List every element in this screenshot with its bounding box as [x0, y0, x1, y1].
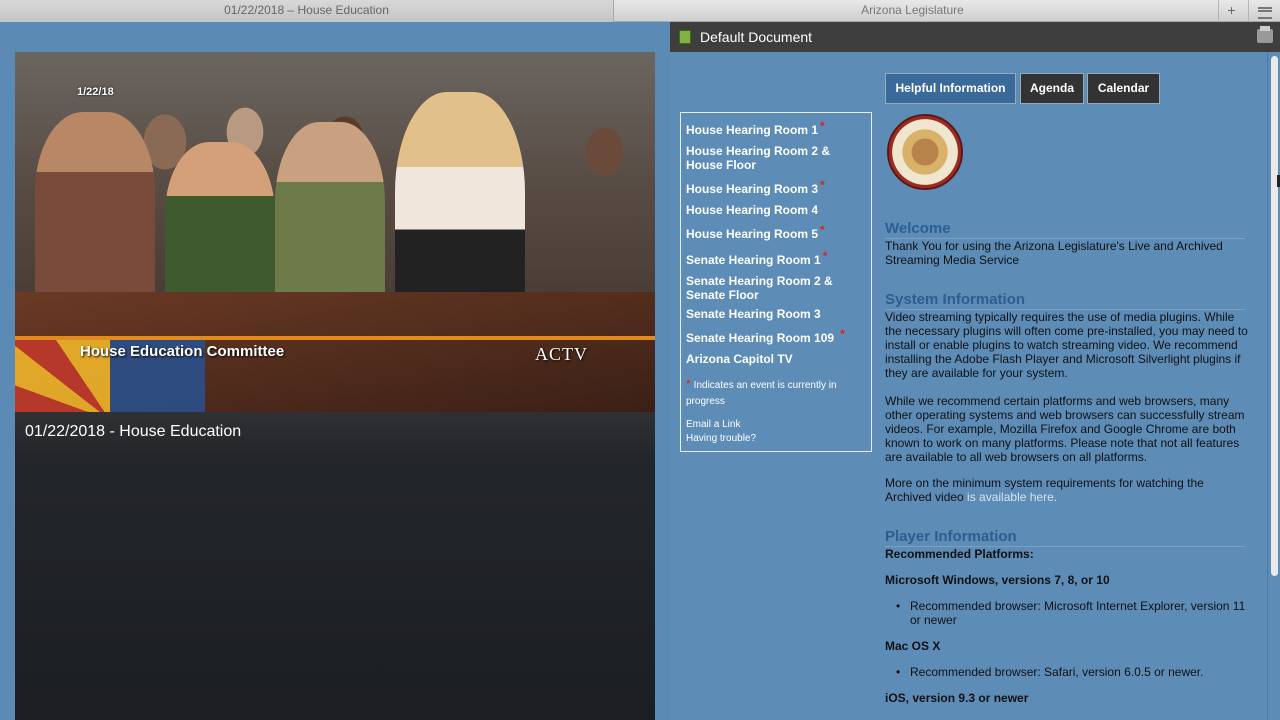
player-title: 01/22/2018 - House Education — [15, 412, 655, 452]
tab-arizona-legislature[interactable]: Arizona Legislature — [615, 0, 1210, 22]
committee-caption: House Education Committee — [80, 343, 285, 360]
document-title: Default Document — [700, 29, 813, 45]
menu-icon[interactable] — [1248, 0, 1280, 22]
video-player[interactable]: 1/22/18 House Education Committee ACTV — [15, 52, 655, 412]
new-tab-button[interactable]: + — [1218, 0, 1244, 22]
system-info-p3: More on the minimum system requirements … — [885, 476, 1204, 504]
channel-logo: ACTV — [535, 344, 588, 364]
live-indicator: * — [686, 377, 691, 391]
sidebar-item-house-room-3[interactable]: House Hearing Room 3 * — [686, 178, 825, 196]
sidebar-item-senate-room-3[interactable]: Senate Hearing Room 3 — [686, 307, 821, 321]
document-header: Default Document — [670, 22, 1280, 52]
document-icon — [679, 30, 691, 44]
live-indicator: * — [820, 119, 825, 133]
seated-figure-3 — [35, 112, 155, 312]
document-content: House Hearing Room 1 * House Hearing Room… — [670, 52, 1267, 720]
sidebar-item-house-room-2[interactable]: House Hearing Room 2 & House Floor — [686, 144, 856, 172]
requirements-link[interactable]: is available here. — [967, 490, 1057, 504]
scrollbar-thumb[interactable] — [1271, 56, 1278, 576]
video-date-stamp: 1/22/18 — [77, 86, 114, 98]
sidebar-item-house-room-5[interactable]: House Hearing Room 5 * — [686, 223, 825, 241]
system-info-heading: System Information — [885, 291, 1245, 310]
tab-helpful-information[interactable]: Helpful Information — [885, 73, 1016, 104]
windows-browser: Recommended browser: Microsoft Internet … — [896, 599, 1250, 627]
live-indicator: * — [822, 249, 828, 263]
mac-browser: Recommended browser: Safari, version 6.0… — [896, 665, 1250, 679]
player-controls-area[interactable] — [15, 452, 655, 720]
system-info-p2: While we recommend certain platforms and… — [885, 394, 1245, 464]
sidebar-item-senate-room-1[interactable]: Senate Hearing Room 1 * — [686, 249, 827, 267]
platform-mac: Mac OS X — [885, 639, 941, 653]
trouble-link[interactable]: Having trouble? — [686, 433, 756, 444]
system-info-p1: Video streaming typically requires the u… — [885, 310, 1248, 380]
room-nav-list: House Hearing Room 1 * House Hearing Room… — [680, 112, 872, 452]
sidebar-item-senate-room-109[interactable]: Senate Hearing Room 109 * — [686, 327, 845, 345]
sidebar-item-capitol-tv[interactable]: Arizona Capitol TV — [686, 352, 793, 366]
sidebar-item-senate-room-2[interactable]: Senate Hearing Room 2 & Senate Floor — [686, 274, 851, 302]
sidebar-item-house-room-1[interactable]: House Hearing Room 1 * — [686, 119, 825, 137]
printer-icon[interactable] — [1257, 26, 1273, 43]
platform-windows: Microsoft Windows, versions 7, 8, or 10 — [885, 573, 1110, 587]
tab-calendar[interactable]: Calendar — [1087, 73, 1160, 104]
live-indicator: * — [820, 223, 825, 237]
recommended-platforms: Recommended Platforms: — [885, 547, 1034, 561]
tab-agenda[interactable]: Agenda — [1020, 73, 1084, 104]
welcome-heading: Welcome — [885, 220, 1245, 239]
welcome-text: Thank You for using the Arizona Legislat… — [885, 239, 1223, 267]
live-indicator: * — [840, 327, 845, 341]
tab-house-education[interactable]: 01/22/2018 – House Education — [0, 0, 614, 22]
lower-third-divider — [15, 336, 655, 340]
player-info-heading: Player Information — [885, 528, 1245, 547]
live-indicator-legend: * Indicates an event is currently in prog… — [686, 377, 837, 407]
email-link[interactable]: Email a Link — [686, 419, 740, 430]
arizona-state-seal — [887, 114, 963, 190]
sidebar-item-house-room-4[interactable]: House Hearing Room 4 — [686, 203, 818, 217]
platform-ios: iOS, version 9.3 or newer — [885, 691, 1029, 705]
browser-tab-bar: 01/22/2018 – House Education Arizona Leg… — [0, 0, 1280, 22]
vertical-scrollbar[interactable] — [1267, 52, 1280, 720]
live-indicator: * — [820, 178, 825, 192]
